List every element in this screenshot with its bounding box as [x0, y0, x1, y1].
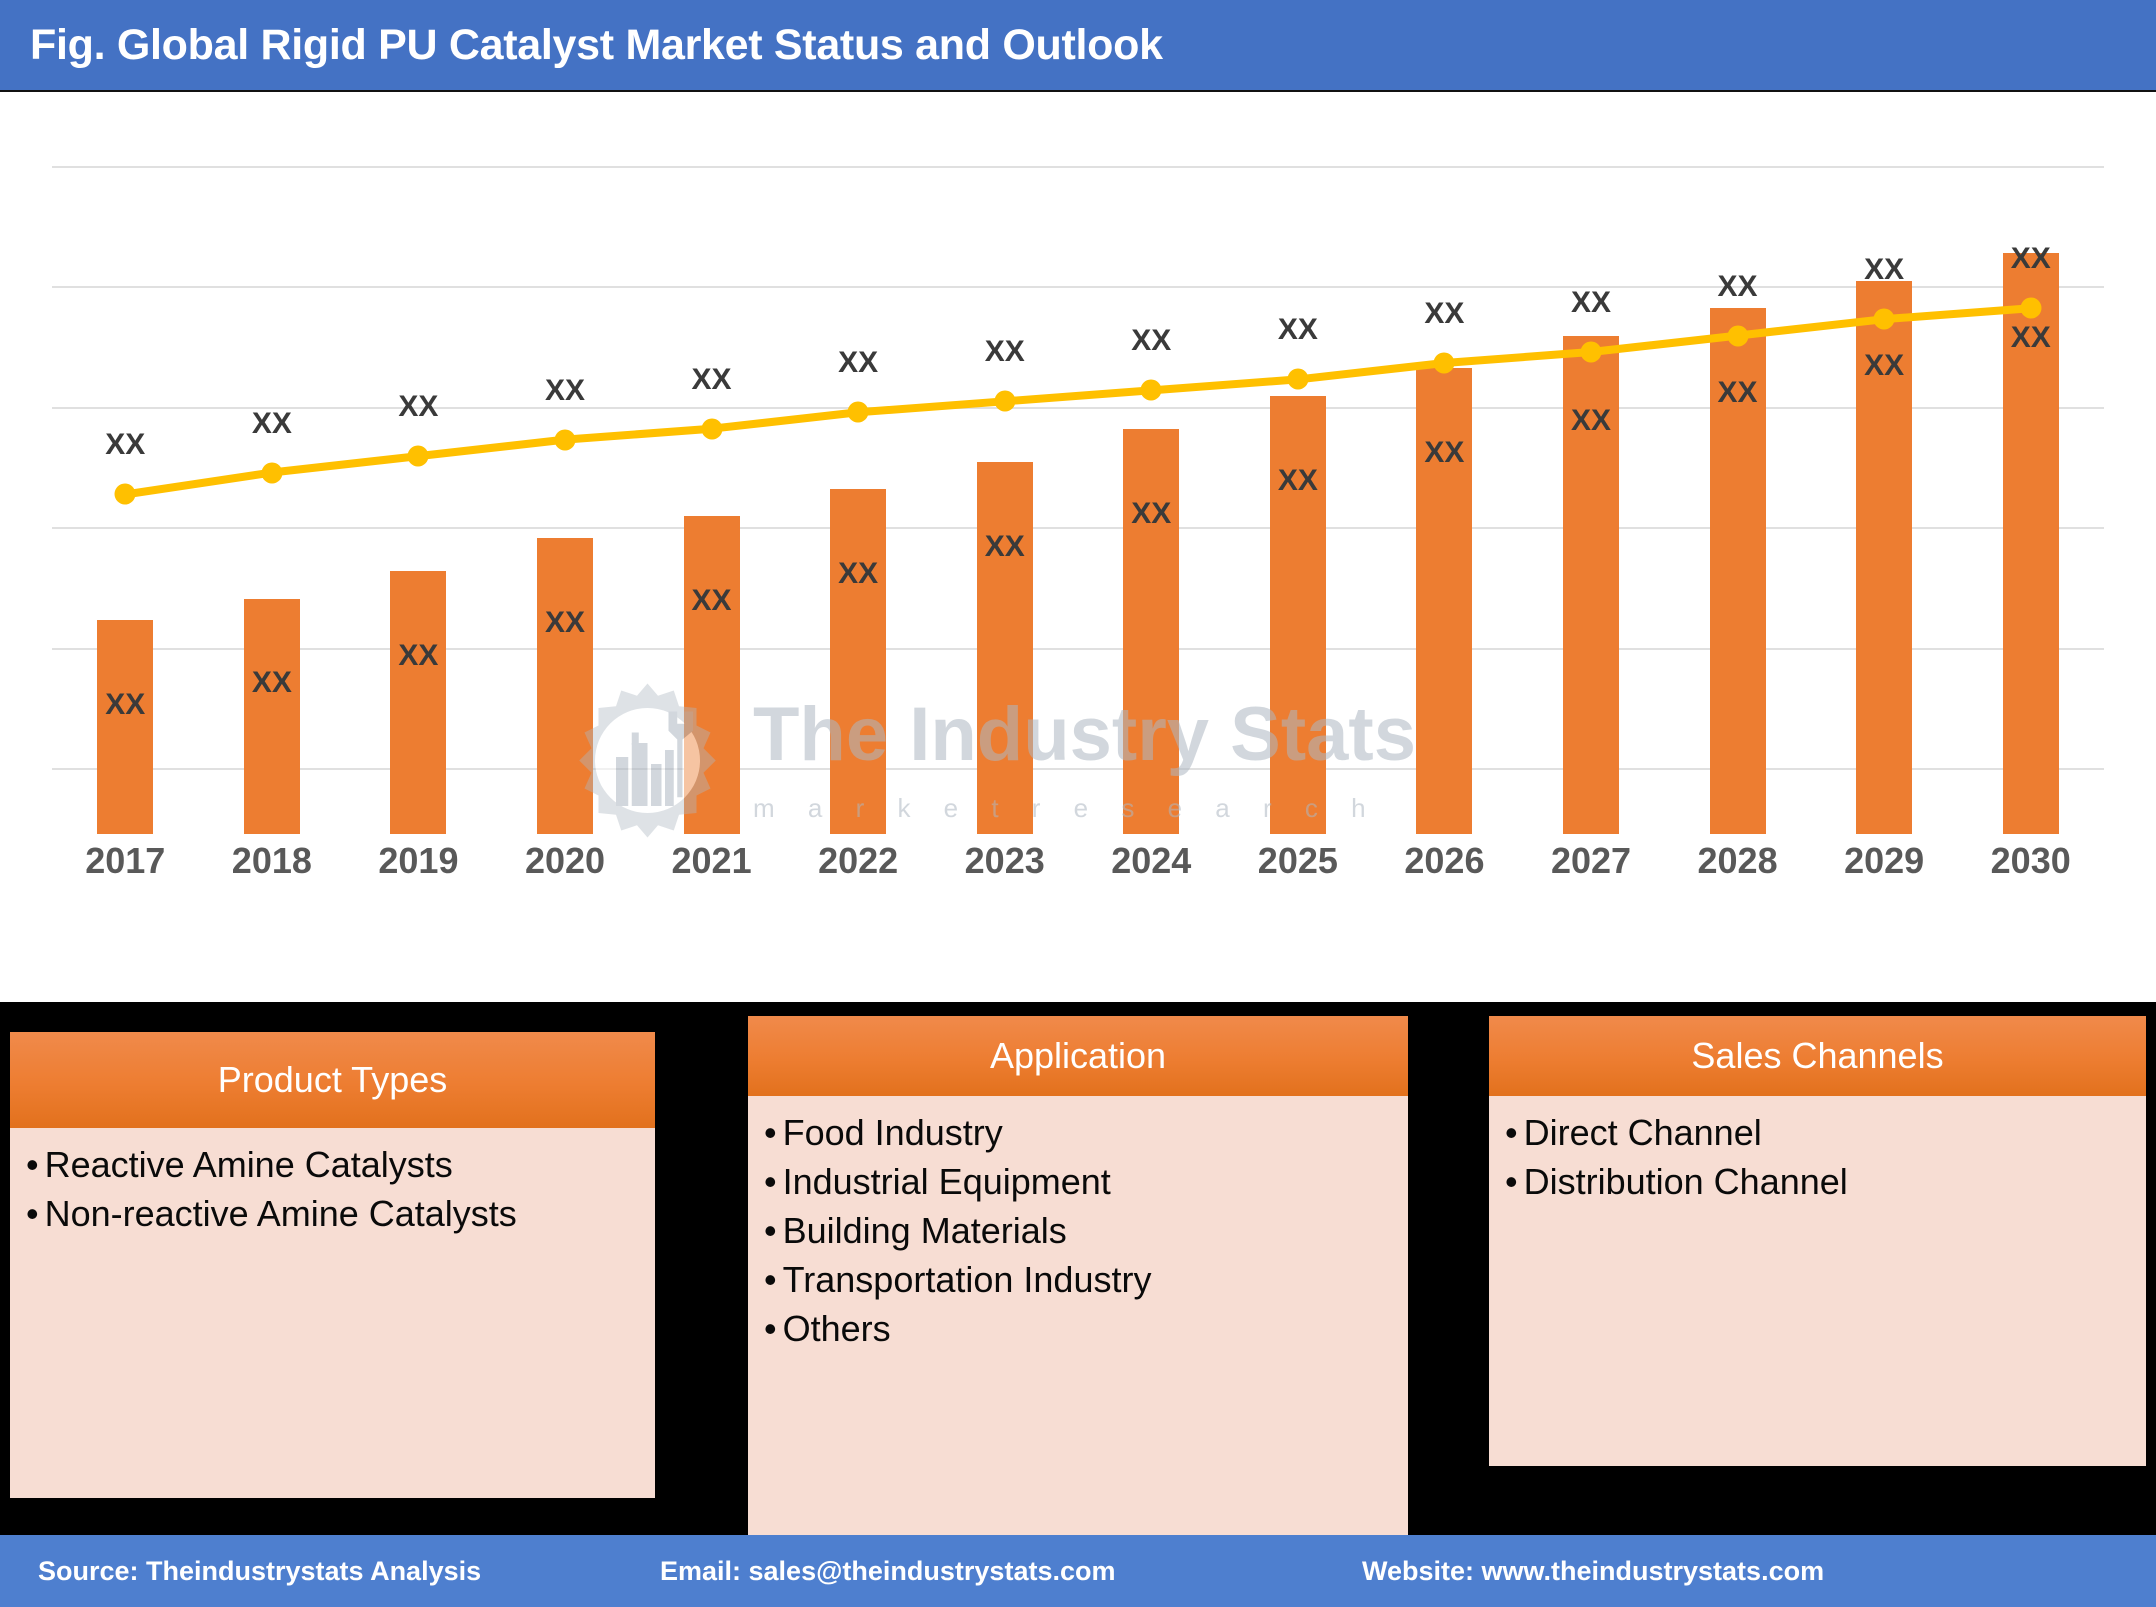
segments-section: Product Types • Reactive Amine Catalysts •… — [0, 1002, 2156, 1546]
growth-value-label: XX — [544, 373, 586, 407]
card-bullet-label: Food Industry — [782, 1112, 1003, 1153]
card-product-types-list: • Reactive Amine Catalysts • Non-reactive A… — [10, 1128, 655, 1498]
card-bullet-item: • Food Industry — [762, 1112, 1394, 1153]
bullet-icon: • — [1505, 1160, 1518, 1202]
card-bullet-label: Building Materials — [782, 1209, 1067, 1251]
growth-line-marker[interactable] — [701, 418, 723, 440]
growth-line-marker[interactable] — [407, 445, 429, 467]
card-bullet-item: • Industrial Equipment — [762, 1160, 1394, 1202]
card-product-types-title: Product Types — [10, 1032, 655, 1128]
card-product-types: Product Types • Reactive Amine Catalysts •… — [10, 1032, 655, 1498]
growth-value-label: XX — [1717, 269, 1758, 303]
x-axis-tick: 2022 — [818, 840, 899, 881]
card-sales-channels-title: Sales Channels — [1489, 1016, 2146, 1096]
x-axis-labels: 2017 2018 2019 2020 2021 2022 2023 2024 2025 2026… — [52, 840, 2104, 892]
growth-line-marker[interactable] — [1433, 352, 1455, 374]
growth-value-label: XX — [1131, 324, 1172, 358]
card-bullet-label: Transportation Industry — [782, 1258, 1152, 1300]
footer-email: Email: sales@theindustrystats.com — [660, 1555, 1116, 1586]
header-bar: Fig. Global Rigid PU Catalyst Market Sta… — [0, 0, 2156, 90]
x-axis-tick: 2018 — [231, 840, 312, 881]
growth-value-label: XX — [398, 390, 439, 424]
card-bullet-item: • Building Materials — [762, 1209, 1394, 1251]
x-axis-tick: 2021 — [671, 840, 752, 881]
footer-website: Website: www.theindustrystats.com — [1362, 1555, 1825, 1586]
card-sales-channels: Sales Channels • Direct Channel • Distribut… — [1489, 1016, 2146, 1466]
card-bullet-item: • Others — [762, 1307, 1394, 1349]
footer-source: Source: Theindustrystats Analysis — [38, 1555, 482, 1586]
growth-value-label: XX — [984, 335, 1025, 369]
x-axis-tick: 2025 — [1257, 840, 1338, 881]
bullet-icon: • — [764, 1160, 777, 1202]
growth-line-marker[interactable] — [114, 483, 136, 505]
growth-value-label: XX — [1864, 253, 1905, 287]
card-bullet-label: Industrial Equipment — [782, 1160, 1111, 1202]
growth-value-label: XX — [838, 346, 879, 380]
x-axis-tick: 2020 — [524, 840, 606, 881]
growth-line-marker[interactable] — [2020, 297, 2042, 319]
bullet-icon: • — [764, 1307, 777, 1349]
card-bullet-item: • Transportation Industry — [762, 1258, 1394, 1300]
footer-bar: Source: Theindustrystats Analysis Email:… — [0, 1535, 2156, 1607]
card-bullet-label: Non-reactive Amine Catalysts — [44, 1192, 517, 1234]
growth-line-marker[interactable] — [261, 462, 283, 484]
card-application-list: • Food Industry • Industrial Equipment • Buil… — [748, 1096, 1408, 1546]
card-sales-channels-list: • Direct Channel • Distribution Channel — [1489, 1096, 2146, 1466]
growth-value-label: XX — [2010, 242, 2051, 276]
x-axis-tick: 2017 — [85, 840, 166, 881]
bullet-icon: • — [764, 1112, 777, 1153]
growth-value-label: XX — [105, 428, 146, 462]
growth-value-label: XX — [1277, 313, 1318, 347]
growth-line-marker[interactable] — [1140, 379, 1162, 401]
card-application: Application • Food Industry • Industrial Eq… — [748, 1016, 1408, 1546]
x-axis-tick: 2023 — [964, 840, 1045, 881]
page-title: Fig. Global Rigid PU Catalyst Market Sta… — [30, 20, 1163, 69]
card-bullet-label: Reactive Amine Catalysts — [44, 1144, 453, 1185]
growth-value-label: XX — [1424, 296, 1465, 330]
bullet-icon: • — [26, 1144, 39, 1185]
plot-area: XX XX XX XX XX XX XX XX XX XX XX XX XX XX XX XX XX XX XX X… — [52, 122, 2104, 834]
bullet-icon: • — [764, 1209, 777, 1251]
x-axis-tick: 2029 — [1844, 840, 1925, 881]
card-application-title: Application — [748, 1016, 1408, 1096]
bullet-icon: • — [1505, 1112, 1518, 1153]
card-bullet-item: • Direct Channel — [1503, 1112, 2132, 1153]
growth-line-marker[interactable] — [847, 401, 869, 423]
x-axis-tick: 2027 — [1550, 840, 1632, 881]
growth-line-marker[interactable] — [1580, 341, 1602, 363]
growth-line-marker[interactable] — [1873, 308, 1895, 330]
growth-value-label: XX — [1570, 286, 1612, 320]
growth-line-marker[interactable] — [1287, 368, 1309, 390]
bullet-icon: • — [26, 1192, 39, 1234]
x-axis-tick: 2028 — [1697, 840, 1778, 881]
card-bullet-item: • Distribution Channel — [1503, 1160, 2132, 1202]
x-axis-tick: 2030 — [1990, 840, 2071, 881]
card-bullet-label: Distribution Channel — [1523, 1160, 1848, 1202]
growth-value-label: XX — [251, 406, 292, 440]
growth-line-markers: XX XX XX XX XX XX XX XX XX XX XX XX XX XX — [52, 122, 2104, 834]
card-bullet-label: Direct Channel — [1523, 1112, 1762, 1153]
card-bullet-item: • Reactive Amine Catalysts — [24, 1144, 641, 1185]
growth-value-label: XX — [691, 362, 732, 396]
chart-panel: XX XX XX XX XX XX XX XX XX XX XX XX XX XX XX XX XX XX XX X… — [0, 90, 2156, 1036]
card-bullet-label: Others — [782, 1307, 891, 1349]
growth-line-marker[interactable] — [554, 429, 576, 451]
growth-line-marker[interactable] — [994, 390, 1016, 412]
x-axis-tick: 2019 — [378, 840, 459, 881]
card-bullet-item: • Non-reactive Amine Catalysts — [24, 1192, 641, 1234]
bullet-icon: • — [764, 1258, 777, 1300]
x-axis-tick: 2024 — [1111, 840, 1192, 881]
growth-line-marker[interactable] — [1727, 325, 1749, 347]
x-axis-tick: 2026 — [1404, 840, 1485, 881]
